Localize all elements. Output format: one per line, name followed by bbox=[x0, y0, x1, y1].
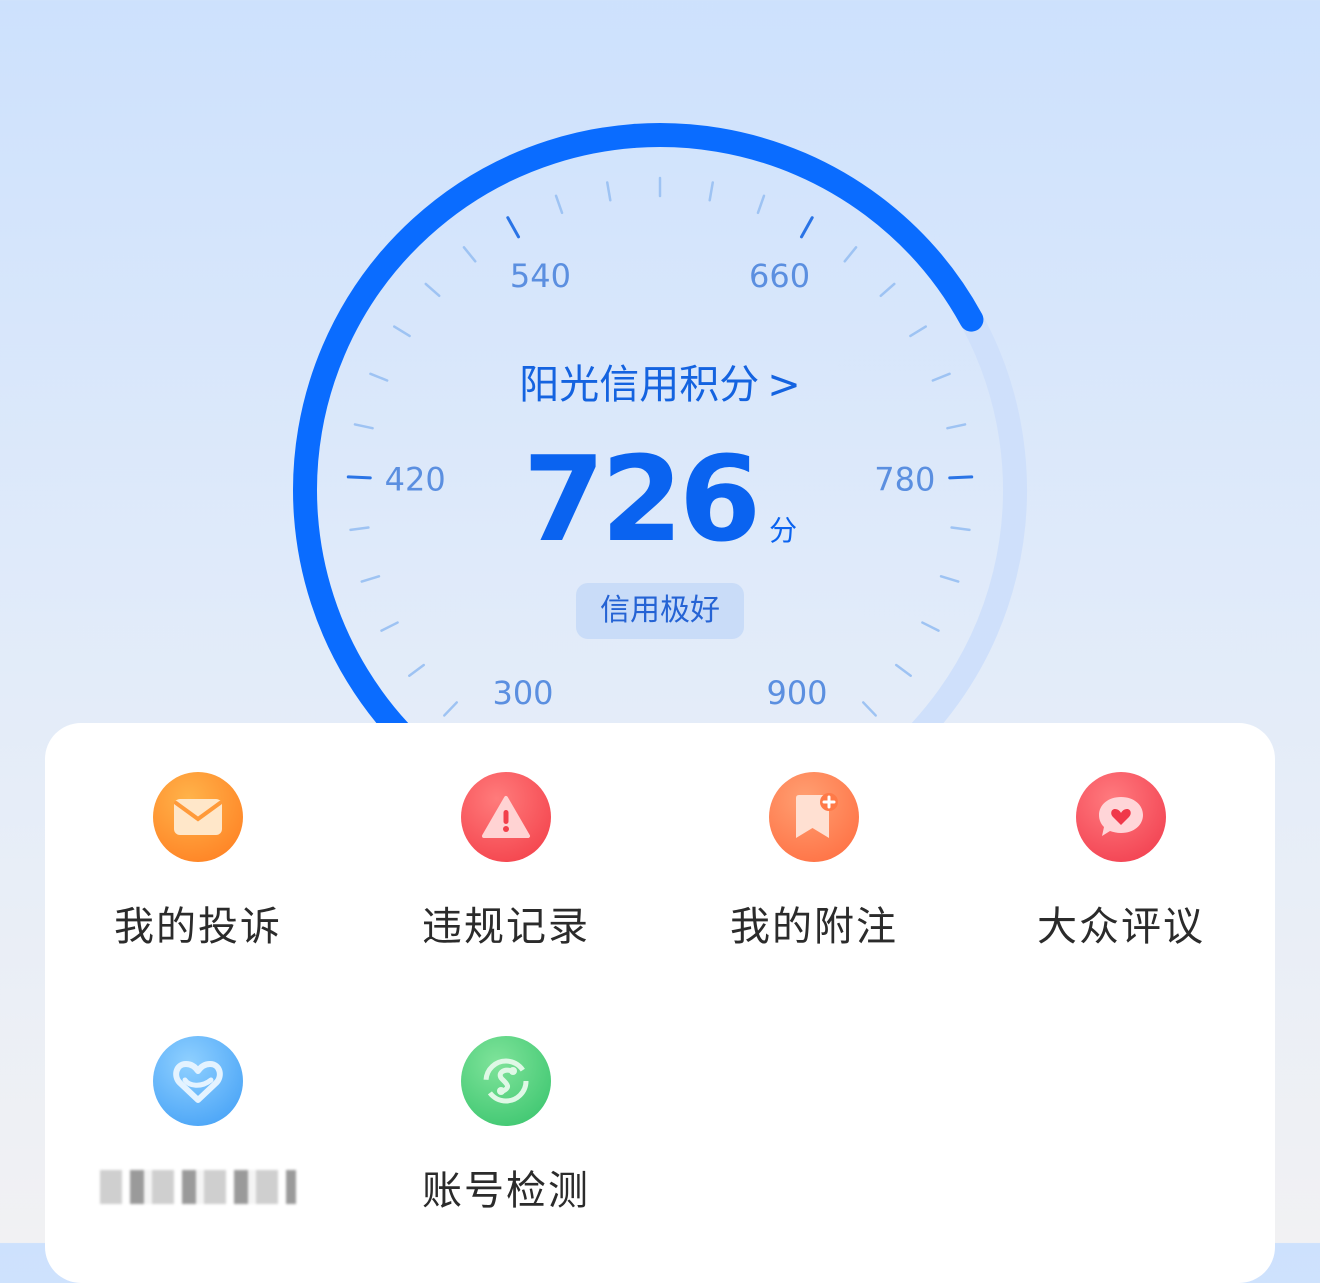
score-value: 726 bbox=[522, 430, 761, 568]
menu-item-violations[interactable]: 违规记录 bbox=[356, 772, 656, 952]
score-row: 726 分 bbox=[0, 430, 1320, 568]
menu-item-account-check[interactable]: 账号检测 bbox=[356, 1036, 656, 1216]
gauge-minor-tick bbox=[606, 181, 612, 202]
gauge-minor-tick bbox=[939, 575, 960, 583]
gauge-minor-tick bbox=[843, 246, 858, 263]
menu-item-label: 大众评议 bbox=[1037, 904, 1205, 950]
menu-item-blurred[interactable] bbox=[48, 1036, 348, 1204]
menu-item-public-review[interactable]: 大众评议 bbox=[971, 772, 1271, 952]
gauge-minor-tick bbox=[756, 194, 766, 215]
menu-item-complaints[interactable]: 我的投诉 bbox=[48, 772, 348, 952]
gauge-tick-label: 300 bbox=[492, 674, 553, 712]
chevron-right-icon: > bbox=[767, 362, 801, 408]
gauge-minor-tick bbox=[360, 575, 381, 583]
gauge-minor-tick bbox=[921, 621, 940, 632]
gauge-tick-label: 540 bbox=[510, 257, 571, 295]
menu-item-label: 我的附注 bbox=[730, 904, 898, 950]
gauge-tick-label: 660 bbox=[749, 257, 810, 295]
gauge-minor-tick bbox=[909, 325, 927, 338]
blurred-label bbox=[100, 1170, 296, 1204]
rating-badge: 信用极好 bbox=[576, 583, 744, 639]
gauge-minor-tick bbox=[393, 325, 411, 338]
gauge-minor-tick bbox=[408, 663, 426, 677]
gauge-minor-tick bbox=[424, 282, 441, 298]
bookmark-plus-icon bbox=[769, 772, 859, 862]
gauge-minor-tick bbox=[708, 181, 714, 202]
mail-icon bbox=[153, 772, 243, 862]
score-unit: 分 bbox=[769, 514, 798, 547]
heart-chat-icon bbox=[1076, 772, 1166, 862]
gauge-minor-tick bbox=[861, 701, 877, 717]
gauge-minor-tick bbox=[443, 701, 459, 717]
warning-icon bbox=[461, 772, 551, 862]
menu-item-label: 账号检测 bbox=[422, 1168, 590, 1214]
menu-item-notes[interactable]: 我的附注 bbox=[664, 772, 964, 952]
credit-score-title[interactable]: 阳光信用积分 > bbox=[0, 352, 1320, 410]
menu-item-label: 违规记录 bbox=[422, 904, 590, 950]
menu-panel: 我的投诉 违规记录 我的附注 大众评议 账号检测 bbox=[45, 723, 1275, 1283]
gauge-minor-tick bbox=[879, 282, 896, 298]
gauge-minor-tick bbox=[894, 663, 912, 677]
gauge-minor-tick bbox=[462, 246, 477, 263]
gauge-minor-tick bbox=[946, 423, 967, 430]
gauge-major-tick bbox=[506, 216, 521, 239]
gauge-minor-tick bbox=[353, 423, 374, 430]
gauge-tick-label: 900 bbox=[766, 674, 827, 712]
scan-icon bbox=[461, 1036, 551, 1126]
gauge-major-tick bbox=[799, 216, 814, 239]
menu-item-label: 我的投诉 bbox=[114, 904, 282, 950]
gauge-minor-tick bbox=[554, 194, 564, 215]
credit-score-title-text: 阳光信用积分 bbox=[519, 362, 760, 408]
heart-icon bbox=[153, 1036, 243, 1126]
gauge-minor-tick bbox=[380, 621, 399, 632]
